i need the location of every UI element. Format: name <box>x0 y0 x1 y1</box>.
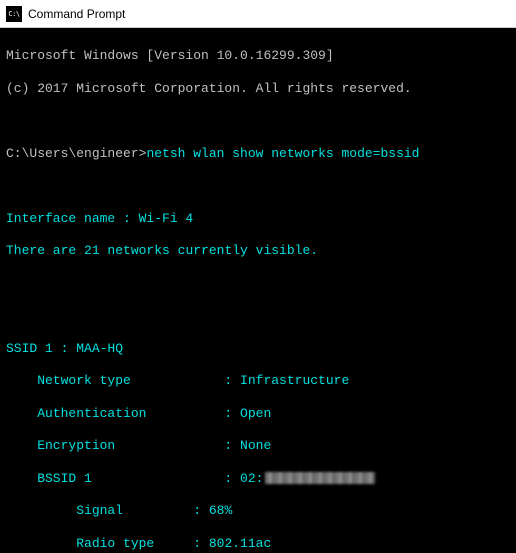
auth-label: Authentication : <box>6 406 240 421</box>
summary-prefix: There are <box>6 243 84 258</box>
ssid-label: SSID 1 : <box>6 341 76 356</box>
command-prompt-window: Command Prompt Microsoft Windows [Versio… <box>0 0 516 553</box>
bssid1-radio-value: 802.11ac <box>209 536 271 551</box>
bssid1-prefix: 02: <box>240 471 263 486</box>
bssid1-signal-value: 68% <box>209 503 232 518</box>
version-line: Microsoft Windows [Version 10.0.16299.30… <box>6 48 334 63</box>
network-count: 21 <box>84 243 100 258</box>
titlebar[interactable]: Command Prompt <box>0 0 516 28</box>
interface-value: Wi-Fi 4 <box>139 211 194 226</box>
interface-label: Interface name : <box>6 211 139 226</box>
bssid1-mac-redacted <box>265 472 375 484</box>
nettype-label: Network type : <box>6 373 240 388</box>
terminal-output[interactable]: Microsoft Windows [Version 10.0.16299.30… <box>0 28 516 553</box>
summary-suffix: networks currently visible. <box>100 243 318 258</box>
enc-value: None <box>240 438 271 453</box>
bssid1-radio-label: Radio type : <box>6 536 209 551</box>
prompt-path: C:\Users\engineer> <box>6 146 146 161</box>
enc-label: Encryption : <box>6 438 240 453</box>
window-title: Command Prompt <box>28 7 125 21</box>
bssid1-signal-label: Signal : <box>6 503 209 518</box>
copyright-line: (c) 2017 Microsoft Corporation. All righ… <box>6 81 412 96</box>
command-text: netsh wlan show networks mode=bssid <box>146 146 419 161</box>
bssid1-label: BSSID 1 : <box>6 471 240 486</box>
auth-value: Open <box>240 406 271 421</box>
ssid-name: MAA-HQ <box>76 341 123 356</box>
cmd-icon <box>6 6 22 22</box>
nettype-value: Infrastructure <box>240 373 349 388</box>
